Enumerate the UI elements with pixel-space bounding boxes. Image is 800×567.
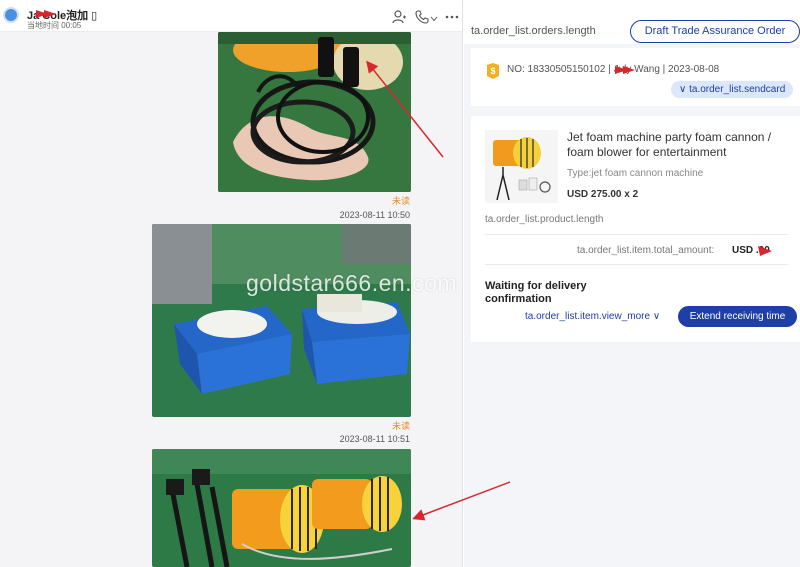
order-summary-card[interactable]: $ NO: 18330505150102 | July Wang | 2023-…	[471, 48, 800, 106]
order-status: Waiting for delivery confirmation	[485, 280, 587, 305]
message-time: 2023-08-11 10:51	[339, 434, 410, 444]
add-contact-icon[interactable]	[392, 10, 406, 24]
product-title[interactable]: Jet foam machine party foam cannon / foa…	[567, 130, 789, 160]
divider	[485, 264, 788, 265]
send-card-toggle[interactable]: ∨ ta.order_list.sendcard	[671, 81, 794, 98]
watermark: goldstar666.en.com	[246, 270, 458, 296]
divider	[485, 234, 788, 235]
order-panel: ta.order_list.orders.length Draft Trade …	[464, 0, 800, 567]
message-photo-blue-crates[interactable]	[152, 224, 411, 417]
message-time: 2023-08-11 10:50	[339, 210, 410, 220]
draft-trade-assurance-order-button[interactable]: Draft Trade Assurance Order	[630, 20, 800, 43]
extend-receiving-time-button[interactable]: Extend receiving time	[678, 306, 797, 327]
contact-avatar[interactable]	[3, 7, 19, 23]
product-price: USD 275.00 x 2	[567, 189, 639, 200]
total-amount-value: USD .00	[732, 245, 770, 256]
chevron-down-icon[interactable]	[430, 15, 438, 23]
svg-text:$: $	[490, 66, 495, 76]
phone-icon[interactable]	[415, 10, 429, 24]
more-icon[interactable]	[445, 10, 459, 24]
message-photo-power-cords[interactable]	[218, 32, 411, 192]
product-type: Type:jet foam cannon machine	[567, 168, 704, 179]
unread-status: 未读	[391, 421, 410, 431]
message-photo-foam-machines[interactable]	[152, 449, 411, 567]
contact-local-time: 当地时间 00:05	[27, 21, 82, 30]
order-detail-card: Jet foam machine party foam cannon / foa…	[471, 116, 800, 342]
total-amount-label: ta.order_list.item.total_amount:	[577, 245, 715, 256]
order-panel-header: ta.order_list.orders.length Draft Trade …	[464, 0, 800, 44]
trade-assurance-icon: $	[485, 62, 501, 80]
order-number: NO: 18330505150102 | July Wang | 2023-08…	[507, 64, 720, 75]
chat-header: Ja Cole泡加 ▯ 当地时间 00:05	[0, 0, 462, 32]
product-image[interactable]	[485, 130, 558, 203]
product-count: ta.order_list.product.length	[485, 214, 604, 225]
unread-status: 未读	[391, 196, 410, 206]
orders-count: ta.order_list.orders.length	[471, 25, 596, 37]
chat-pane: Ja Cole泡加 ▯ 当地时间 00:05 未读 2023-08-11 10:…	[0, 0, 463, 567]
view-more-link[interactable]: ta.order_list.item.view_more ∨	[525, 311, 660, 322]
